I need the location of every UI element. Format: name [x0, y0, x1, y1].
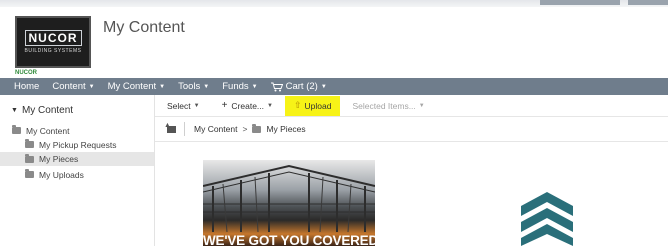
breadcrumb-label: My Content	[194, 124, 238, 134]
tree-root-label: My Content	[21, 105, 74, 116]
nav-funds[interactable]: Funds ▼	[222, 81, 257, 92]
toolbar: Select ▼ + Create... ▼ ⇧ Upload Selected I…	[155, 95, 668, 116]
breadcrumb-label: My Pieces	[266, 124, 306, 134]
nav-tools-label: Tools	[178, 81, 201, 92]
nav-cart[interactable]: Cart (2) ▼	[270, 81, 327, 92]
nucor-chevron-logo	[521, 192, 573, 246]
nucor-logo[interactable]: NUCOR BUILDING SYSTEMS	[15, 16, 91, 68]
nav-content[interactable]: Content ▼	[52, 81, 94, 92]
nav-my-content-label: My Content	[107, 81, 157, 92]
sidebar-item-my-uploads[interactable]: My Uploads	[25, 168, 151, 181]
caret-down-icon: ▼	[320, 83, 327, 90]
folder-icon	[25, 153, 34, 163]
main-nav: Home Content ▼ My Content ▼ Tools ▼ Funds ▼ …	[0, 78, 668, 95]
caret-down-icon: ▼	[193, 102, 200, 109]
sidebar: ▼ My Content My Content My Pickup Reques…	[0, 95, 155, 246]
sidebar-item-my-pickup-requests[interactable]: My Pickup Requests	[25, 138, 151, 151]
cart-icon	[270, 82, 283, 91]
sidebar-item-label: My Uploads	[39, 169, 84, 180]
nav-content-label: Content	[52, 81, 86, 92]
collapse-triangle-icon[interactable]: ▼	[11, 107, 18, 114]
upload-button[interactable]: ⇧ Upload	[284, 95, 341, 116]
sidebar-item-my-content[interactable]: My Content	[12, 124, 142, 137]
folder-icon	[252, 123, 262, 133]
breadcrumb-item[interactable]: My Content	[194, 124, 237, 134]
breadcrumb-divider	[184, 122, 185, 136]
breadcrumb: ▲ My Content > My Pieces	[155, 116, 668, 142]
folder-icon	[25, 169, 34, 178]
nav-home[interactable]: Home	[14, 81, 39, 92]
tree-root[interactable]: ▼ My Content	[11, 105, 73, 116]
create-label: Create...	[231, 100, 265, 111]
tile-caption: WE'VE GOT YOU COVERED	[203, 233, 375, 246]
breadcrumb-item[interactable]: My Pieces	[252, 123, 306, 134]
breadcrumb-separator: >	[242, 124, 248, 134]
select-dropdown[interactable]: Select ▼	[167, 101, 200, 111]
folder-icon	[167, 126, 176, 133]
folder-icon	[25, 139, 34, 148]
sidebar-item-label: My Content	[26, 125, 70, 136]
select-label: Select	[167, 100, 191, 111]
selected-items-label: Selected Items...	[352, 100, 416, 111]
sidebar-item-label: My Pickup Requests	[39, 139, 117, 150]
caret-down-icon: ▼	[418, 102, 425, 109]
top-strip-tab	[628, 0, 668, 5]
caret-down-icon: ▼	[267, 102, 273, 109]
browser-top-strip	[0, 0, 668, 7]
nav-my-content[interactable]: My Content ▼	[108, 81, 166, 92]
logo-tag: NUCOR	[15, 70, 37, 76]
nav-funds-label: Funds	[222, 81, 249, 92]
caret-down-icon: ▼	[159, 83, 166, 90]
upload-icon: ⇧	[293, 100, 302, 110]
upload-label: Upload	[304, 100, 332, 111]
folder-up-icon[interactable]: ▲	[164, 122, 176, 133]
page-title: My Content	[103, 19, 185, 36]
nav-home-label: Home	[14, 81, 40, 92]
content-tile[interactable]: WE'VE GOT YOU COVERED	[203, 160, 375, 246]
plus-icon: +	[221, 100, 228, 111]
sidebar-item-my-pieces[interactable]: My Pieces	[0, 152, 154, 166]
create-dropdown[interactable]: + Create... ▼	[222, 100, 273, 111]
nav-cart-label: Cart (2)	[285, 81, 318, 92]
sidebar-item-label: My Pieces	[39, 154, 79, 164]
caret-down-icon: ▼	[251, 83, 258, 90]
caret-down-icon: ▼	[203, 83, 210, 90]
nav-tools[interactable]: Tools ▼	[178, 81, 209, 92]
selected-items-dropdown[interactable]: Selected Items... ▼	[352, 101, 424, 111]
logo-wordmark: NUCOR	[24, 30, 82, 46]
logo-subtitle: BUILDING SYSTEMS	[24, 48, 82, 54]
top-strip-tab	[540, 0, 620, 5]
folder-icon	[12, 125, 21, 134]
caret-down-icon: ▼	[88, 83, 95, 90]
